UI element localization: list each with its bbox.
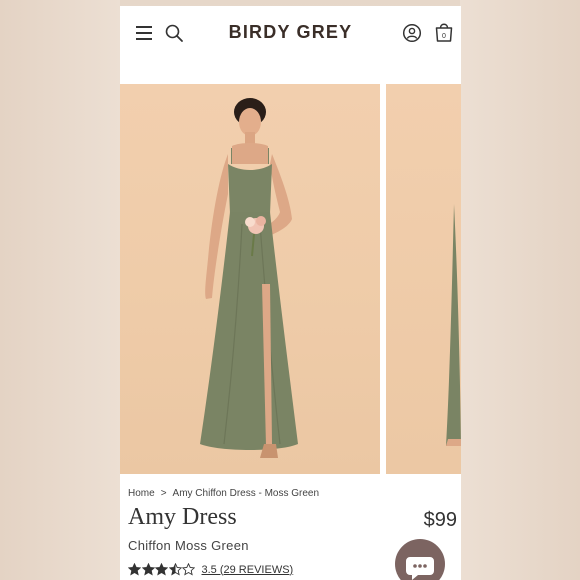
breadcrumb: Home > Amy Chiffon Dress - Moss Green <box>128 488 319 499</box>
breadcrumb-separator: > <box>160 488 167 499</box>
product-price: $99 <box>423 509 457 531</box>
star-icon <box>128 563 141 576</box>
account-icon[interactable] <box>402 23 422 43</box>
product-photo-next[interactable] <box>386 84 461 474</box>
star-icon <box>182 563 195 576</box>
top-nav-bar: BIRDY GREY 0 <box>120 6 461 84</box>
product-image-gallery[interactable] <box>120 84 461 474</box>
chat-icon <box>406 557 434 580</box>
cart-count: 0 <box>442 33 446 40</box>
product-rating[interactable]: 3.5 (29 REVIEWS) <box>128 563 293 576</box>
star-icon <box>168 563 182 576</box>
product-title: Amy Dress <box>128 504 237 530</box>
phone-screen: BIRDY GREY 0 Home > Amy Chiffon Dress - … <box>120 6 461 580</box>
star-icon <box>155 563 168 576</box>
model-in-dress-image <box>200 98 298 458</box>
rating-stars <box>128 563 196 576</box>
breadcrumb-current: Amy Chiffon Dress - Moss Green <box>172 488 320 499</box>
chat-button[interactable] <box>395 539 445 580</box>
shopping-bag-icon[interactable]: 0 <box>434 21 454 43</box>
background-blur-left <box>0 0 120 580</box>
product-photo-main[interactable] <box>120 84 380 474</box>
product-variant: Chiffon Moss Green <box>128 538 249 553</box>
breadcrumb-home[interactable]: Home <box>128 488 155 499</box>
star-icon <box>141 563 155 576</box>
background-blur-right <box>460 0 580 580</box>
reviews-link[interactable]: 3.5 (29 REVIEWS) <box>202 564 294 576</box>
